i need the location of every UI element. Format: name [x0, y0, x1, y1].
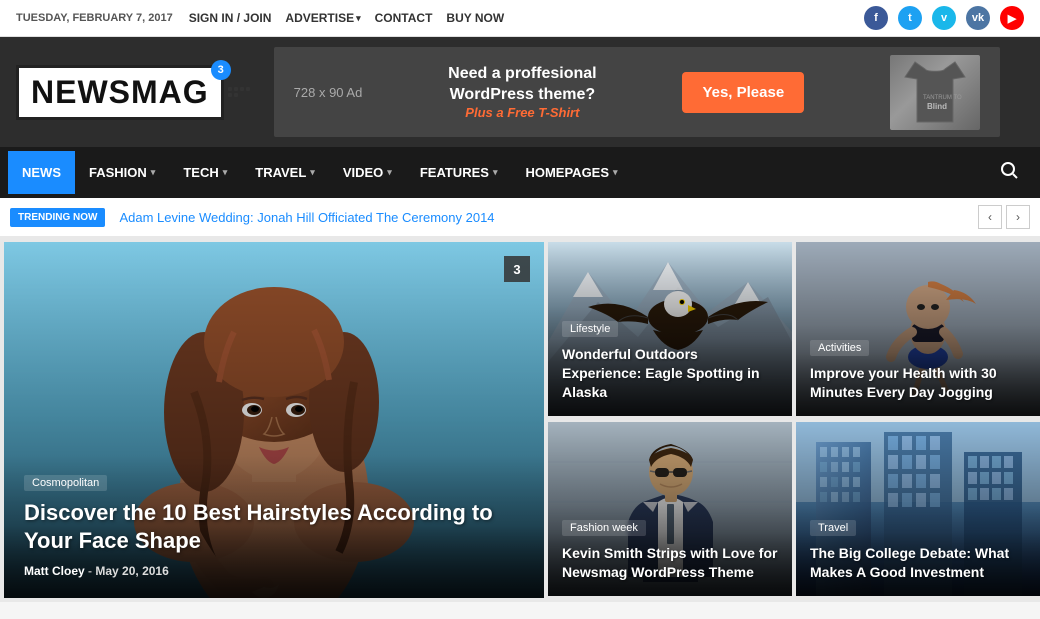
college-overlay: Travel The Big College Debate: What Make…: [796, 505, 1040, 596]
college-card[interactable]: Travel The Big College Debate: What Make…: [796, 422, 1040, 596]
twitter-icon[interactable]: t: [898, 6, 922, 30]
main-grid: 3 Cosmopolitan Discover the 10 Best Hair…: [0, 238, 1040, 602]
social-icons: f t v vk ▶: [864, 6, 1024, 30]
hero-date: May 20, 2016: [95, 564, 168, 578]
nav-item-video[interactable]: VIDEO ▾: [329, 151, 406, 194]
nav-item-features[interactable]: FEATURES ▾: [406, 151, 512, 194]
top-bar-left: TUESDAY, FEBRUARY 7, 2017 SIGN IN / JOIN…: [16, 11, 504, 25]
trending-next-button[interactable]: ›: [1006, 205, 1030, 229]
logo-box: NEWSMAG 3: [16, 65, 224, 120]
chevron-down-icon: ▾: [310, 167, 315, 178]
buynow-link[interactable]: BUY NOW: [446, 11, 504, 25]
hero-meta: Matt Cloey - May 20, 2016: [24, 564, 524, 578]
runner-title: Improve your Health with 30 Minutes Ever…: [810, 364, 1026, 402]
hero-card[interactable]: 3 Cosmopolitan Discover the 10 Best Hair…: [4, 242, 544, 598]
date-label: TUESDAY, FEBRUARY 7, 2017: [16, 12, 173, 24]
search-icon[interactable]: [986, 147, 1032, 198]
tshirt-svg: TANTRUM TO Blind: [895, 57, 975, 127]
chevron-down-icon: ▾: [223, 167, 228, 178]
trending-nav: ‹ ›: [978, 205, 1030, 229]
college-title: The Big College Debate: What Makes A Goo…: [810, 544, 1026, 582]
svg-text:TANTRUM TO: TANTRUM TO: [923, 95, 962, 101]
fashion-card[interactable]: Fashion week Kevin Smith Strips with Lov…: [548, 422, 792, 596]
nav-item-tech[interactable]: TECH ▾: [169, 151, 241, 194]
trending-prev-button[interactable]: ‹: [978, 205, 1002, 229]
logo-badge: 3: [211, 60, 231, 80]
chevron-down-icon: ▾: [151, 167, 156, 178]
banner-cta-button[interactable]: Yes, Please: [682, 72, 804, 113]
nav-item-travel[interactable]: TRAVEL ▾: [241, 151, 329, 194]
eagle-card[interactable]: Lifestyle Wonderful Outdoors Experience:…: [548, 242, 792, 416]
hero-overlay: Cosmopolitan Discover the 10 Best Hairst…: [4, 454, 544, 598]
advertise-link[interactable]: ADVERTISE ▾: [285, 11, 360, 25]
contact-link[interactable]: CONTACT: [375, 11, 433, 25]
ad-size-label: 728 x 90 Ad: [294, 85, 363, 100]
facebook-icon[interactable]: f: [864, 6, 888, 30]
logo-text: NEWSMAG: [31, 74, 209, 110]
ad-sub: Plus a Free T-Shirt: [448, 105, 596, 120]
runner-category: Activities: [810, 340, 869, 356]
runner-card[interactable]: Activities Improve your Health with 30 M…: [796, 242, 1040, 416]
trending-badge: TRENDING NOW: [10, 208, 105, 227]
chevron-down-icon: ▾: [493, 167, 498, 178]
ad-headline: Need a proffesionalWordPress theme?: [448, 64, 596, 106]
fashion-category: Fashion week: [562, 520, 646, 536]
ad-content: Need a proffesionalWordPress theme? Plus…: [448, 64, 596, 121]
svg-text:Blind: Blind: [927, 102, 947, 111]
top-bar: TUESDAY, FEBRUARY 7, 2017 SIGN IN / JOIN…: [0, 0, 1040, 37]
nav-bar: NEWS FASHION ▾ TECH ▾ TRAVEL ▾ VIDEO ▾ F…: [0, 147, 1040, 198]
logo-container: NEWSMAG 3: [16, 65, 250, 120]
fashion-title: Kevin Smith Strips with Love for Newsmag…: [562, 544, 778, 582]
logo-dots: [228, 87, 250, 97]
nav-item-fashion[interactable]: FASHION ▾: [75, 151, 169, 194]
eagle-overlay: Lifestyle Wonderful Outdoors Experience:…: [548, 306, 792, 416]
eagle-title: Wonderful Outdoors Experience: Eagle Spo…: [562, 345, 778, 402]
hero-author: Matt Cloey: [24, 564, 85, 578]
nav-item-homepages[interactable]: HOMEPAGES ▾: [511, 151, 631, 194]
nav-item-news[interactable]: NEWS: [8, 151, 75, 194]
hero-badge: 3: [504, 256, 530, 282]
signin-link[interactable]: SIGN IN / JOIN: [189, 11, 272, 25]
hero-category: Cosmopolitan: [24, 475, 107, 491]
banner-area: NEWSMAG 3 728 x 90 Ad Need a proffesiona…: [0, 37, 1040, 147]
hero-title: Discover the 10 Best Hairstyles Accordin…: [24, 499, 524, 556]
top-bar-links: SIGN IN / JOIN ADVERTISE ▾ CONTACT BUY N…: [189, 11, 504, 25]
vimeo-icon[interactable]: v: [932, 6, 956, 30]
chevron-down-icon: ▾: [356, 13, 361, 24]
vk-icon[interactable]: vk: [966, 6, 990, 30]
eagle-category: Lifestyle: [562, 321, 618, 337]
college-category: Travel: [810, 520, 856, 536]
runner-overlay: Activities Improve your Health with 30 M…: [796, 325, 1040, 416]
chevron-down-icon: ▾: [387, 167, 392, 178]
banner-ad[interactable]: 728 x 90 Ad Need a proffesionalWordPress…: [274, 47, 1000, 137]
youtube-icon[interactable]: ▶: [1000, 6, 1024, 30]
fashion-overlay: Fashion week Kevin Smith Strips with Lov…: [548, 505, 792, 596]
trending-text: Adam Levine Wedding: Jonah Hill Officiat…: [119, 210, 978, 225]
tshirt-image: TANTRUM TO Blind: [890, 55, 980, 130]
trending-bar: TRENDING NOW Adam Levine Wedding: Jonah …: [0, 198, 1040, 238]
chevron-down-icon: ▾: [613, 167, 618, 178]
